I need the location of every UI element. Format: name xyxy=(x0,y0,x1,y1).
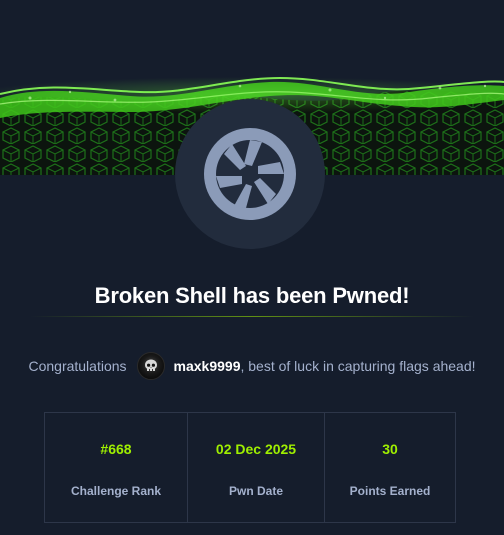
skull-icon xyxy=(144,359,157,371)
stat-value: 02 Dec 2025 xyxy=(215,441,297,457)
stat-label: Pwn Date xyxy=(228,484,283,498)
stat-value: 30 xyxy=(382,441,398,457)
stat-label: Challenge Rank xyxy=(70,484,162,498)
stat-label: Points Earned xyxy=(349,484,431,498)
username-link[interactable]: maxk9999 xyxy=(174,358,241,374)
stat-pwn-date: 02 Dec 2025 Pwn Date xyxy=(187,413,324,522)
page-title: Broken Shell has been Pwned! xyxy=(94,283,410,308)
stat-points-earned: 30 Points Earned xyxy=(324,413,455,522)
challenge-logo xyxy=(175,99,325,249)
stat-challenge-rank: #668 Challenge Rank xyxy=(45,413,187,522)
congrats-message: Congratulations maxk9999 , best of luck … xyxy=(0,350,504,382)
camera-aperture-icon xyxy=(204,128,296,220)
skull-avatar-icon[interactable] xyxy=(136,352,165,380)
stats-panel: #668 Challenge Rank 02 Dec 2025 Pwn Date… xyxy=(44,412,456,523)
title-divider xyxy=(30,316,474,317)
stat-value: #668 xyxy=(100,441,132,457)
congrats-suffix: , best of luck in capturing flags ahead! xyxy=(240,358,476,374)
congrats-prefix: Congratulations xyxy=(28,358,127,374)
